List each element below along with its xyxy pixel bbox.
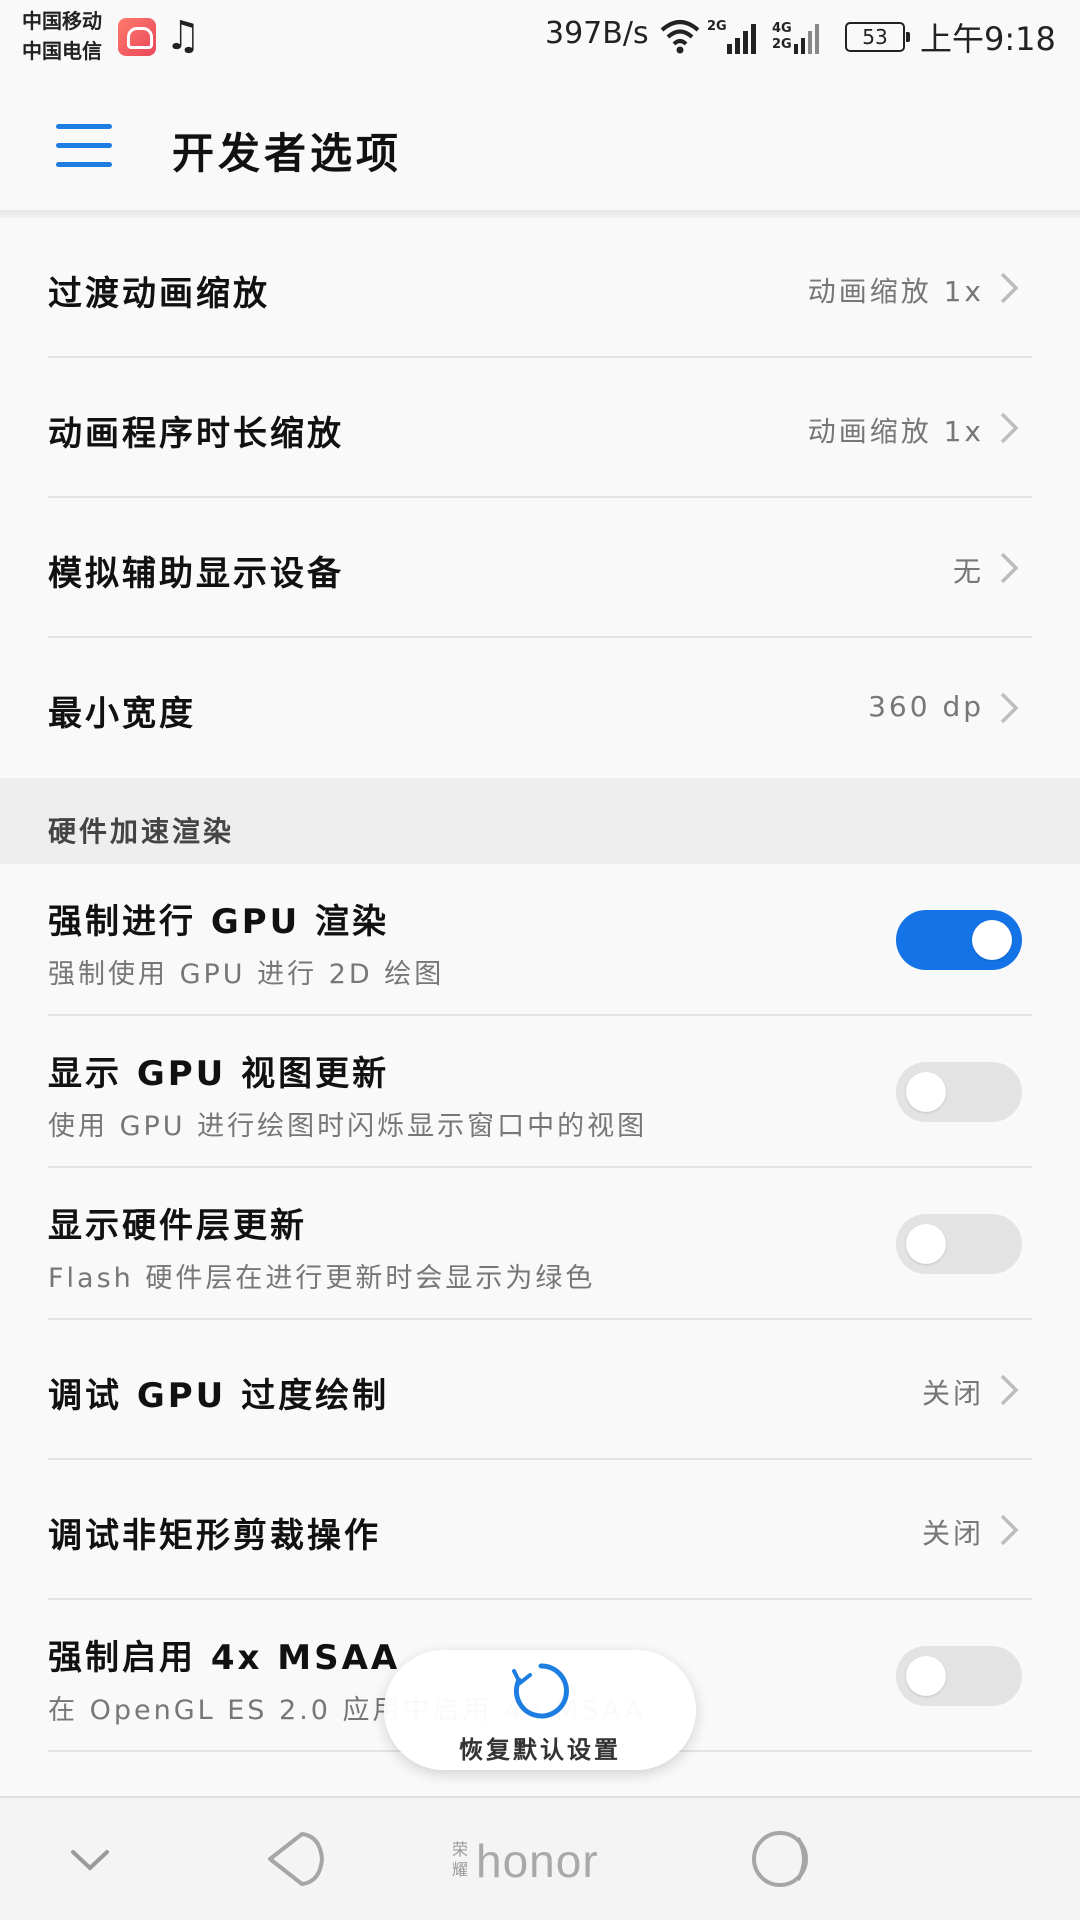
restore-defaults-label: 恢复默认设置 (459, 1736, 621, 1764)
chevron-right-icon (1000, 272, 1019, 304)
setting-title: 强制启用 4x MSAA (48, 1638, 401, 1678)
setting-transition-animation-scale[interactable]: 过渡动画缩放 动画缩放 1x (0, 218, 1080, 358)
chevron-right-icon (1000, 412, 1019, 444)
setting-title: 强制进行 GPU 渲染 (48, 902, 390, 942)
setting-value: 360 dp (868, 690, 984, 723)
back-triangle-icon[interactable] (262, 1824, 332, 1894)
toggle-knob (906, 1224, 946, 1264)
setting-value: 关闭 (921, 1377, 984, 1410)
setting-title: 最小宽度 (48, 694, 196, 734)
toggle-knob (906, 1072, 946, 1112)
toggle-switch[interactable] (896, 1062, 1022, 1122)
clock: 上午9:18 (920, 20, 1056, 58)
honor-brand-logo[interactable]: 荣耀 honor (452, 1835, 632, 1888)
setting-smallest-width[interactable]: 最小宽度 360 dp (0, 638, 1080, 778)
hamburger-menu-icon[interactable] (56, 124, 112, 167)
setting-title: 过渡动画缩放 (48, 274, 270, 314)
brand-text: honor (476, 1835, 599, 1887)
section-header-hardware-rendering: 硬件加速渲染 (0, 778, 1080, 864)
section-label: 硬件加速渲染 (48, 815, 235, 848)
setting-simulate-secondary-display[interactable]: 模拟辅助显示设备 无 (0, 498, 1080, 638)
hide-nav-chevron-down-icon[interactable] (55, 1824, 125, 1894)
setting-show-gpu-view-updates[interactable]: 显示 GPU 视图更新 使用 GPU 进行绘图时闪烁显示窗口中的视图 (0, 1016, 1080, 1168)
sig1-label: 2G (707, 19, 727, 34)
refresh-icon (512, 1663, 569, 1719)
toggle-switch[interactable] (896, 1646, 1022, 1706)
toggle-switch[interactable] (896, 1214, 1022, 1274)
brand-small-text: 荣耀 (452, 1840, 469, 1879)
setting-subtitle: 强制使用 GPU 进行 2D 绘图 (48, 959, 445, 990)
signal-4g-icon: 4G 2G (772, 21, 819, 54)
signal-2g-icon: 2G (707, 19, 756, 54)
setting-value: 无 (952, 555, 984, 588)
settings-list: 过渡动画缩放 动画缩放 1x 动画程序时长缩放 动画缩放 1x 模拟辅助显示设备… (0, 218, 1080, 1822)
setting-value: 动画缩放 1x (807, 415, 984, 448)
setting-title: 动画程序时长缩放 (48, 414, 344, 454)
chevron-right-icon (1000, 1514, 1019, 1546)
sig2-label-bottom: 2G (772, 37, 792, 52)
setting-title: 显示硬件层更新 (48, 1206, 307, 1246)
setting-debug-non-rect-clip[interactable]: 调试非矩形剪裁操作 关闭 (0, 1460, 1080, 1600)
toggle-switch[interactable] (896, 910, 1022, 970)
setting-title: 显示 GPU 视图更新 (48, 1054, 390, 1094)
wifi-icon (660, 20, 700, 54)
system-nav-bar: 荣耀 honor (0, 1796, 1080, 1920)
setting-animator-duration-scale[interactable]: 动画程序时长缩放 动画缩放 1x (0, 358, 1080, 498)
chevron-right-icon (1000, 692, 1019, 724)
setting-title: 调试非矩形剪裁操作 (48, 1516, 381, 1556)
carrier-1: 中国移动 (22, 9, 102, 33)
carrier-2: 中国电信 (22, 39, 102, 63)
toggle-knob (972, 920, 1012, 960)
chevron-right-icon (1000, 552, 1019, 584)
notification-app-icon (118, 18, 156, 56)
setting-value: 动画缩放 1x (807, 275, 984, 308)
header-divider (0, 210, 1080, 218)
setting-value: 关闭 (921, 1517, 984, 1550)
carrier-labels: 中国移动 中国电信 (22, 6, 102, 66)
battery-indicator: 53 (845, 22, 910, 52)
restore-defaults-button[interactable]: 恢复默认设置 (384, 1650, 696, 1770)
setting-subtitle: Flash 硬件层在进行更新时会显示为绿色 (48, 1263, 596, 1294)
app-header: 开发者选项 (0, 76, 1080, 210)
page-title: 开发者选项 (172, 129, 403, 178)
net-speed: 397B/s (545, 16, 649, 51)
recents-circle-icon[interactable] (748, 1824, 818, 1894)
setting-title: 模拟辅助显示设备 (48, 554, 344, 594)
chevron-right-icon (1000, 1374, 1019, 1406)
setting-show-hardware-layer-updates[interactable]: 显示硬件层更新 Flash 硬件层在进行更新时会显示为绿色 (0, 1168, 1080, 1320)
setting-force-gpu-rendering[interactable]: 强制进行 GPU 渲染 强制使用 GPU 进行 2D 绘图 (0, 864, 1080, 1016)
music-note-icon: ♫ (165, 13, 201, 59)
setting-subtitle: 使用 GPU 进行绘图时闪烁显示窗口中的视图 (48, 1111, 648, 1142)
toggle-knob (906, 1656, 946, 1696)
status-bar: 中国移动 中国电信 ♫ 397B/s 2G 4G 2G 53 上午9:18 (0, 0, 1080, 76)
setting-debug-gpu-overdraw[interactable]: 调试 GPU 过度绘制 关闭 (0, 1320, 1080, 1460)
sig2-label-top: 4G (772, 21, 792, 36)
setting-title: 调试 GPU 过度绘制 (48, 1376, 390, 1416)
